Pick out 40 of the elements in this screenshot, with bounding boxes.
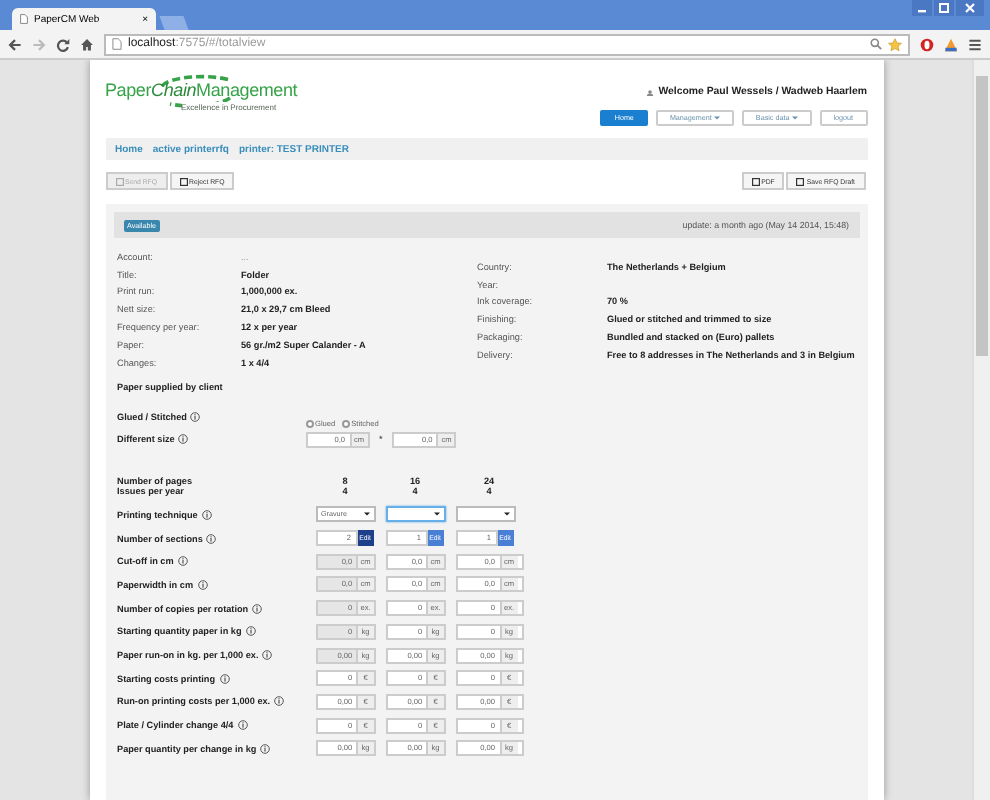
info-icon [190, 412, 201, 423]
minimize-icon[interactable] [912, 0, 932, 16]
document-icon [115, 177, 123, 185]
info-icon [274, 696, 285, 707]
info-icon [262, 650, 273, 661]
info-icon [177, 556, 188, 567]
page-icon [20, 14, 28, 24]
document-icon [179, 177, 188, 185]
reload-icon[interactable] [56, 37, 70, 51]
caret-icon [791, 116, 798, 120]
info-icon [245, 626, 256, 637]
logo-text: PaperChainManagement [105, 80, 298, 102]
extension-icon[interactable] [920, 37, 934, 51]
close-icon[interactable] [956, 0, 984, 16]
select-field[interactable] [385, 506, 445, 523]
select-field[interactable] [455, 506, 515, 523]
info-icon [252, 603, 263, 614]
info-icon [206, 533, 217, 544]
page-icon [112, 38, 122, 50]
search-icon[interactable] [870, 38, 882, 50]
scrollbar[interactable] [972, 60, 990, 800]
maximize-icon[interactable] [934, 0, 954, 16]
star-icon[interactable] [888, 37, 902, 51]
info-icon [219, 673, 230, 684]
info-icon [178, 434, 189, 445]
caret-icon [503, 512, 509, 517]
caret-icon [433, 512, 439, 517]
menu-icon[interactable] [968, 37, 982, 51]
extension-icon[interactable] [944, 37, 958, 51]
info-icon [201, 509, 212, 520]
back-icon[interactable] [8, 37, 22, 51]
info-icon [237, 720, 248, 731]
caret-icon [363, 512, 369, 517]
home-icon[interactable] [80, 37, 94, 51]
document-icon [751, 177, 760, 185]
info-icon [260, 743, 271, 754]
info-icon [197, 579, 208, 590]
user-icon [646, 89, 655, 95]
document-icon [796, 177, 805, 185]
caret-icon [713, 116, 720, 120]
